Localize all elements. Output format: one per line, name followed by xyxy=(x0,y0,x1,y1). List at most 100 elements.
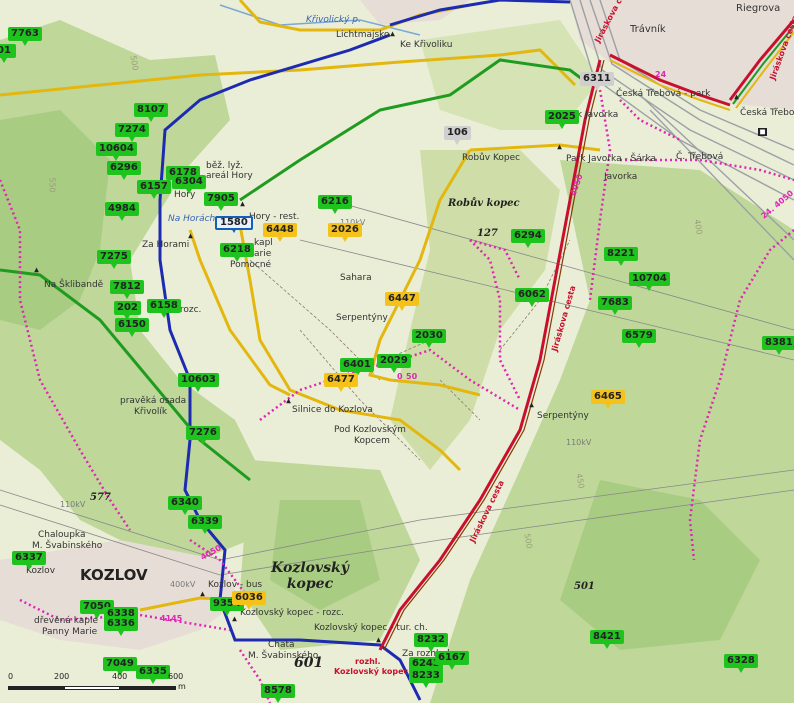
marker-2030[interactable]: 2030 xyxy=(412,329,446,348)
marker-6062[interactable]: 6062 xyxy=(515,288,549,307)
marker-6304[interactable]: 6304 xyxy=(172,175,206,194)
stop-label-serpentyny[interactable]: Serpentýny xyxy=(537,411,589,421)
marker-6337[interactable]: 6337 xyxy=(12,551,46,570)
marker-7905[interactable]: 7905 xyxy=(204,192,238,211)
bus-stop-icon[interactable]: ▲ xyxy=(284,397,293,405)
bus-stop-icon[interactable]: ▲ xyxy=(732,93,741,101)
map-canvas[interactable]: KOZLOV Kozlovský kopec 601 Robův kopec 1… xyxy=(0,0,794,703)
marker-8232[interactable]: 8232 xyxy=(414,633,448,652)
stop-label-silnice-do-kozlova[interactable]: Silnice do Kozlova xyxy=(292,405,373,415)
marker-8381[interactable]: 8381 xyxy=(762,336,794,355)
stop-label-kozlov-bus[interactable]: Kozlov - bus xyxy=(208,580,262,590)
marker-8221[interactable]: 8221 xyxy=(604,247,638,266)
hill-name-kozlovsky: Kozlovský kopec xyxy=(271,560,349,592)
marker-8578[interactable]: 8578 xyxy=(261,684,295,703)
marker-6218[interactable]: 6218 xyxy=(220,243,254,262)
scale-segment-2 xyxy=(64,686,120,690)
cycle-number-4145: 4145 xyxy=(160,614,183,623)
bus-stop-icon[interactable]: ▲ xyxy=(374,636,383,644)
marker-8233[interactable]: 8233 xyxy=(409,669,443,688)
bus-stop-icon[interactable]: ▲ xyxy=(32,266,41,274)
stream-label: Křivolický p. xyxy=(306,15,361,25)
stop-label-ke-krivoliku[interactable]: Ke Křivoliku xyxy=(400,40,452,50)
place-chata-1: Chata xyxy=(268,640,295,650)
cycle-number-24: 24 xyxy=(655,70,667,79)
bus-stop-icon[interactable]: ▲ xyxy=(527,401,536,409)
marker-6336[interactable]: 6336 xyxy=(104,617,138,636)
cycle-number-0: 0 xyxy=(397,372,403,381)
marker-7276[interactable]: 7276 xyxy=(186,426,220,445)
marker-8107[interactable]: 8107 xyxy=(134,103,168,122)
marker-6401[interactable]: 6401 xyxy=(340,358,374,377)
marker-6311[interactable]: 6311 xyxy=(580,72,614,91)
marker-6296[interactable]: 6296 xyxy=(107,161,141,180)
marker-10604[interactable]: 10604 xyxy=(96,142,137,161)
marker-8421[interactable]: 8421 xyxy=(590,630,624,649)
scale-bar: 0 200 400 600 m xyxy=(8,672,188,694)
stop-label-hory-rest[interactable]: Hory - rest. xyxy=(249,212,299,222)
place-kaple-2: arie xyxy=(254,249,272,259)
place-rozhl-2: Kozlovský kopec xyxy=(334,667,409,676)
stop-label-kozlovsky-tur-ch[interactable]: Kozlovský kopec - tur. ch. xyxy=(314,623,428,633)
marker-7763[interactable]: 7763 xyxy=(8,27,42,46)
marker-7275[interactable]: 7275 xyxy=(97,250,131,269)
marker-6036[interactable]: 6036 xyxy=(232,591,266,610)
marker-6150[interactable]: 6150 xyxy=(115,318,149,337)
marker-2026[interactable]: 2026 xyxy=(328,223,362,242)
power-line-label-2: 110kV xyxy=(566,438,592,447)
marker-7049[interactable]: 7049 xyxy=(103,657,137,676)
hill-name-robuv: Robův kopec xyxy=(448,198,520,209)
marker-7683[interactable]: 7683 xyxy=(598,296,632,315)
place-bez-lyz: běž. lyž. xyxy=(206,161,244,171)
place-pravek-2: Křivolík xyxy=(134,407,168,417)
place-na-horach: Na Horách xyxy=(168,214,216,224)
marker-6447[interactable]: 6447 xyxy=(385,292,419,311)
marker-01[interactable]: 01 xyxy=(0,44,16,63)
marker-1580-selected[interactable]: 1580 xyxy=(215,216,253,233)
marker-10704[interactable]: 10704 xyxy=(629,272,670,291)
stop-label-na-sklibande[interactable]: Na Šklibandě xyxy=(44,280,103,290)
stop-label-za-horami[interactable]: Za Horami xyxy=(142,240,189,250)
town-name-kozlov: KOZLOV xyxy=(80,566,148,584)
bus-stop-icon[interactable]: ▲ xyxy=(198,590,207,598)
elevation-501: 501 xyxy=(574,581,595,592)
marker-6328[interactable]: 6328 xyxy=(724,654,758,673)
place-hory: Hory xyxy=(174,190,196,200)
bus-stop-icon[interactable]: ▲ xyxy=(555,143,564,151)
marker-10603[interactable]: 10603 xyxy=(178,373,219,392)
marker-7274[interactable]: 7274 xyxy=(115,123,149,142)
place-lichtmajsko: Lichtmajsko xyxy=(336,30,390,40)
map-base-layer xyxy=(0,0,794,703)
marker-2029[interactable]: 2029 xyxy=(377,354,411,373)
bus-stop-icon[interactable]: ▲ xyxy=(388,30,397,38)
scale-tick-0: 0 xyxy=(8,672,14,681)
marker-6294[interactable]: 6294 xyxy=(511,229,545,248)
marker-6167[interactable]: 6167 xyxy=(435,651,469,670)
train-station-icon[interactable]: ■ xyxy=(758,128,767,136)
bus-stop-icon[interactable]: ▲ xyxy=(238,200,247,208)
marker-6339[interactable]: 6339 xyxy=(188,515,222,534)
marker-6157[interactable]: 6157 xyxy=(137,180,171,199)
marker-6340[interactable]: 6340 xyxy=(168,496,202,515)
place-kaple-1: kapl xyxy=(254,238,273,248)
marker-6477[interactable]: 6477 xyxy=(324,373,358,392)
stop-label-kozlovsky-rozc[interactable]: Kozlovský kopec - rozc. xyxy=(240,608,344,618)
bus-stop-icon[interactable]: ▲ xyxy=(230,615,239,623)
marker-6216[interactable]: 6216 xyxy=(318,195,352,214)
marker-6465[interactable]: 6465 xyxy=(591,390,625,409)
street-riegrova: Riegrova xyxy=(736,3,781,14)
place-javorka: Javorka xyxy=(604,172,638,182)
bus-stop-icon[interactable]: ▲ xyxy=(186,232,195,240)
marker-6579[interactable]: 6579 xyxy=(622,329,656,348)
marker-2025[interactable]: 2025 xyxy=(545,110,579,129)
marker-6158[interactable]: 6158 xyxy=(147,299,181,318)
marker-4984[interactable]: 4984 xyxy=(105,202,139,221)
elevation-577: 577 xyxy=(90,492,111,503)
marker-202[interactable]: 202 xyxy=(114,301,141,320)
stop-label-park-javorka[interactable]: Park Javorka - Šárka xyxy=(566,154,656,164)
stop-label-ceska-trebova[interactable]: Česká Třebová xyxy=(740,108,794,118)
marker-6448[interactable]: 6448 xyxy=(263,223,297,242)
marker-7812[interactable]: 7812 xyxy=(110,280,144,299)
marker-106[interactable]: 106 xyxy=(444,126,471,145)
stop-label-ct-park[interactable]: Česká Třebová - park xyxy=(616,89,710,99)
